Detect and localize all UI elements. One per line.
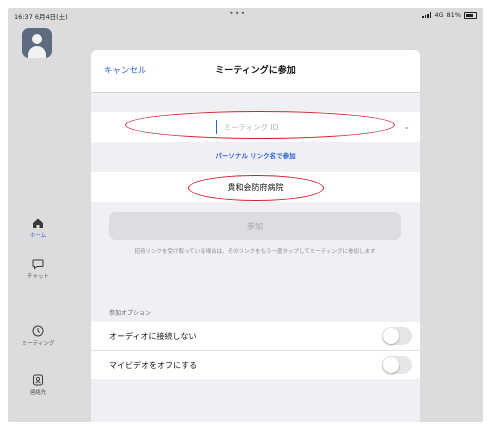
cancel-button[interactable]: キャンセル (104, 64, 147, 76)
avatar[interactable] (22, 28, 52, 58)
network-label: 4G (434, 11, 444, 19)
status-right: 4G 81% (422, 11, 477, 19)
clock-icon (32, 325, 44, 337)
option-row-audio: オーディオに接続しない (91, 322, 420, 351)
sidebar-item-home[interactable]: ホーム (8, 217, 68, 239)
sidebar-item-label: ホーム (29, 233, 47, 239)
home-icon (33, 218, 43, 228)
sidebar-item-chat[interactable]: チャット (8, 258, 68, 280)
join-meeting-dialog: キャンセル ミーティングに参加 ⌄ パーソナル リンク名で参加 参加 招待リンク… (91, 50, 420, 422)
battery-icon (464, 11, 477, 19)
option-row-video: マイビデオをオフにする (91, 351, 420, 379)
display-name-row (91, 172, 420, 202)
dialog-header: キャンセル ミーティングに参加 (91, 50, 420, 93)
status-time: 16:37 6月4日(土) (14, 13, 68, 21)
status-bar: 16:37 6月4日(土) ••• 4G 81% (8, 8, 483, 22)
sidebar-item-meetings[interactable]: ミーティング (8, 325, 68, 347)
sidebar-item-label: チャット (27, 274, 49, 280)
join-button[interactable]: 参加 (109, 212, 401, 240)
meeting-id-input[interactable] (151, 120, 351, 134)
options-header: 参加オプション (109, 310, 152, 317)
video-toggle[interactable] (382, 356, 412, 374)
signal-icon (422, 12, 432, 18)
battery-percent: 81% (446, 11, 461, 19)
personal-link-button[interactable]: パーソナル リンク名で参加 (91, 150, 420, 160)
sidebar-item-label: 連絡先 (29, 390, 47, 396)
chevron-down-icon[interactable]: ⌄ (403, 122, 410, 131)
sidebar: ホーム チャット ミーティング 連絡先 (8, 22, 68, 422)
contacts-icon (33, 374, 43, 386)
option-label: オーディオに接続しない (109, 332, 197, 341)
chat-icon (32, 259, 44, 270)
multitask-dots[interactable]: ••• (229, 9, 246, 18)
ipad-screen: 16:37 6月4日(土) ••• 4G 81% ホーム チャット ミーティング… (8, 8, 483, 422)
sidebar-item-label: ミーティング (21, 341, 55, 347)
sidebar-item-contacts[interactable]: 連絡先 (8, 374, 68, 396)
invite-link-note: 招待リンクを受け取っている場合は、そのリンクをもう一度タップしてミーティングに参… (134, 249, 376, 255)
audio-toggle[interactable] (382, 327, 412, 345)
display-name-input[interactable] (141, 180, 370, 194)
option-label: マイビデオをオフにする (109, 361, 198, 370)
meeting-id-row: ⌄ (91, 112, 420, 142)
